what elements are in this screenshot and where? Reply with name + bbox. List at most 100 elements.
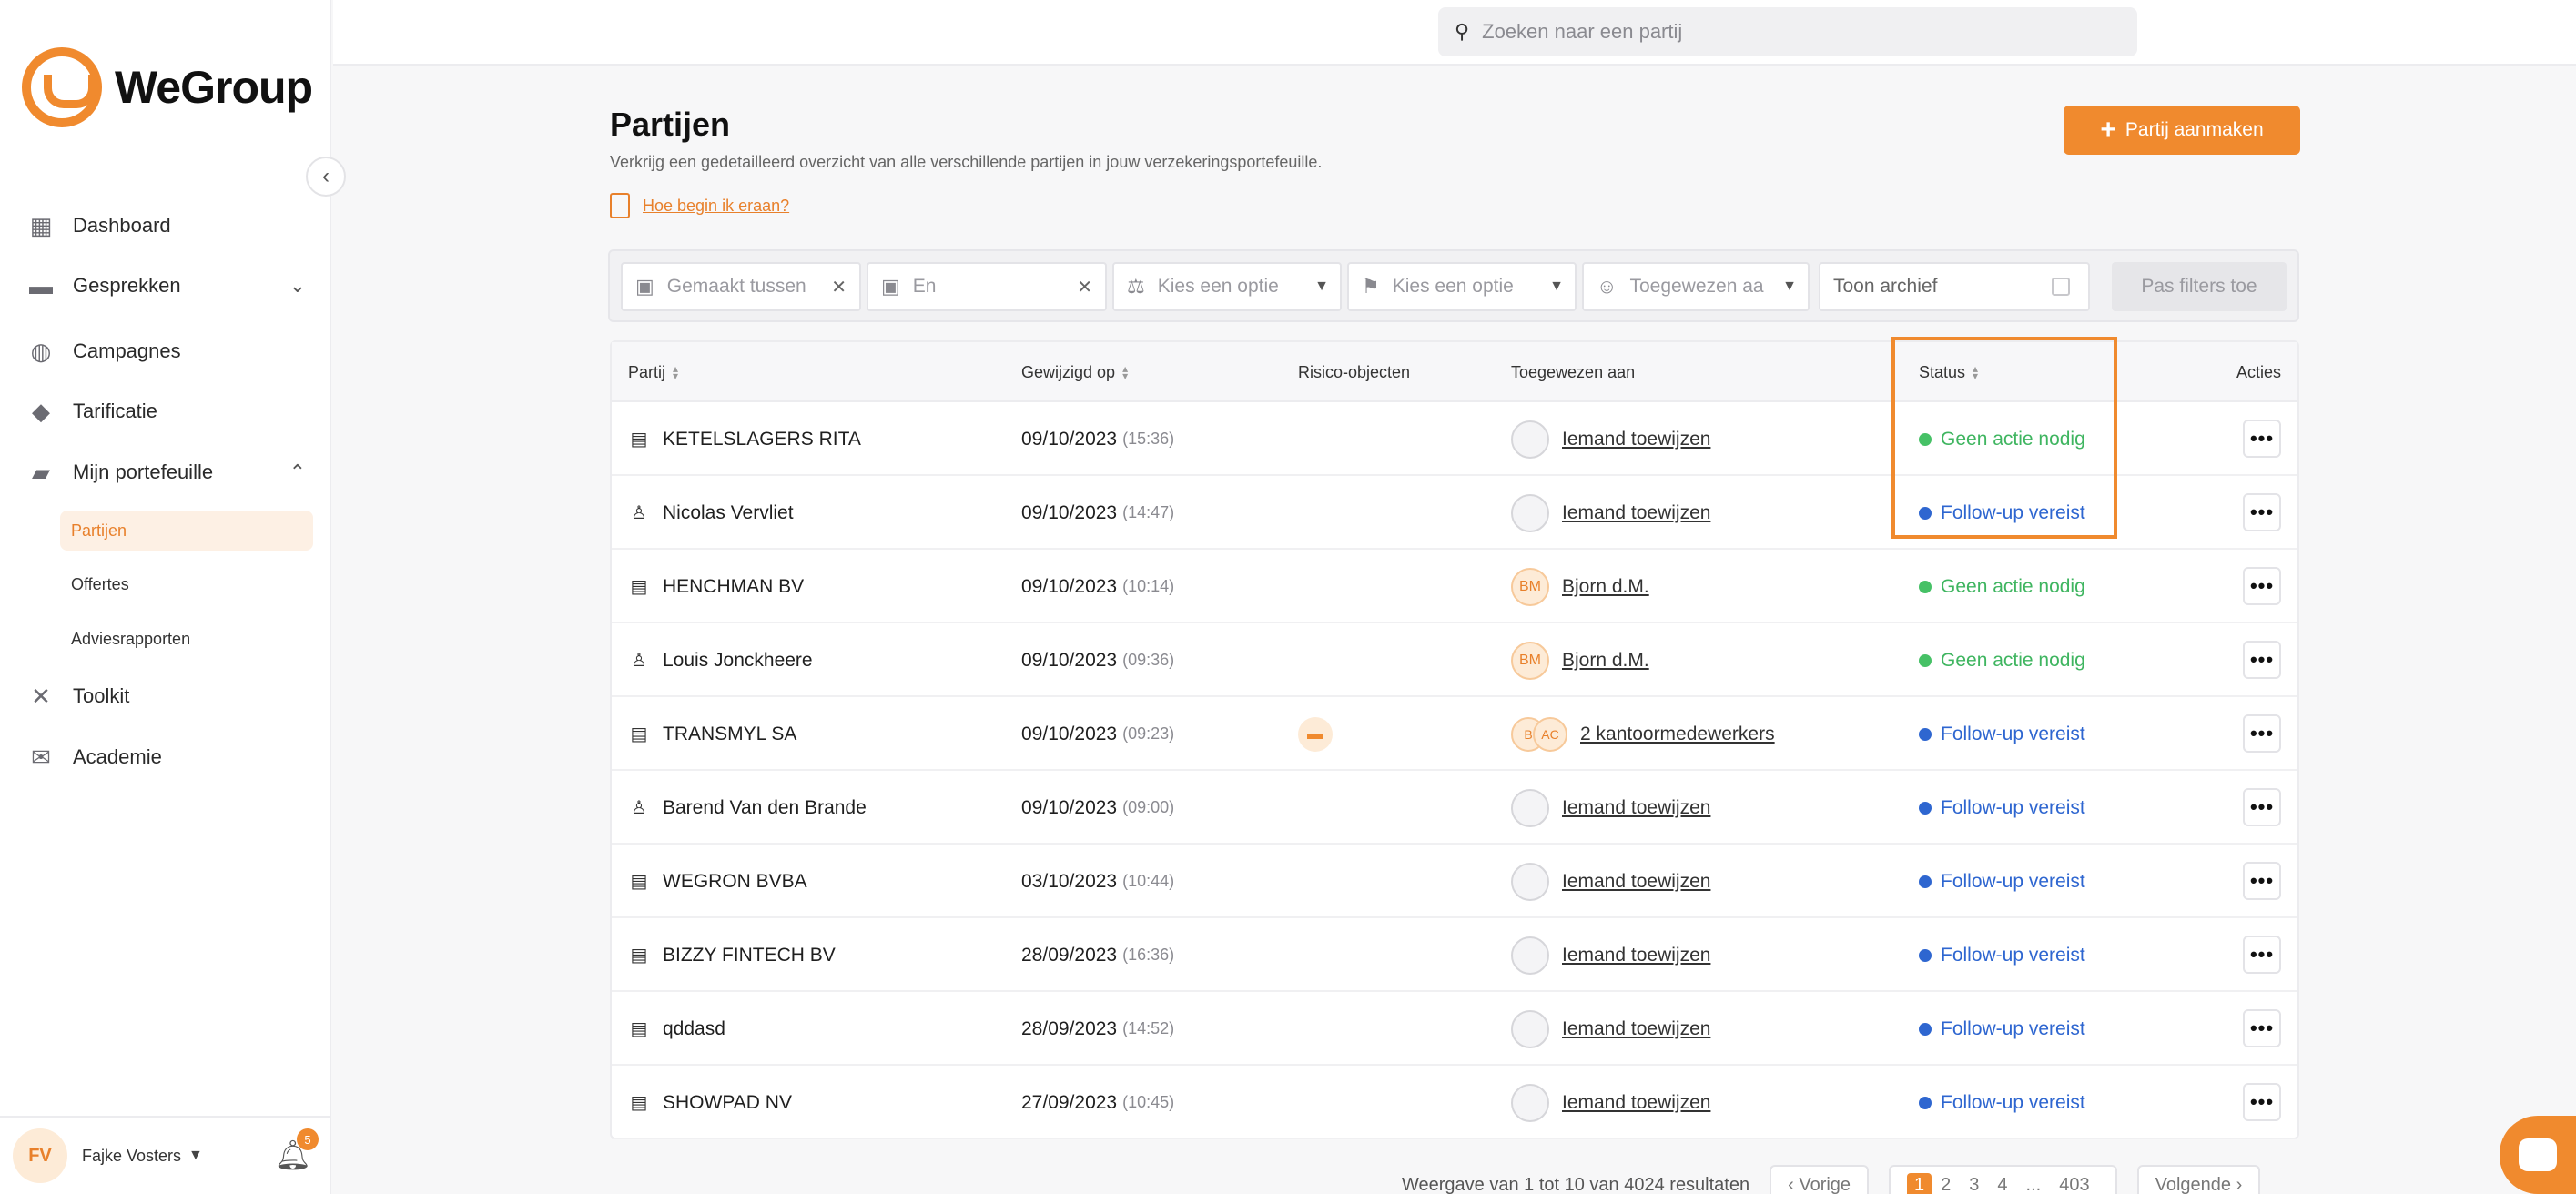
assignee-cell[interactable]: Iemand toewijzen <box>1511 476 1710 550</box>
status-cell[interactable]: Follow-up vereist <box>1919 1066 2085 1139</box>
assignee-cell[interactable]: Iemand toewijzen <box>1511 992 1710 1066</box>
column-header-party[interactable]: Partij ▴ ▾ <box>628 342 678 402</box>
status-cell[interactable]: Geen actie nodig <box>1919 550 2085 623</box>
more-actions-button[interactable]: ••• <box>2243 641 2281 679</box>
assignee-cell[interactable]: Iemand toewijzen <box>1511 845 1710 918</box>
archive-checkbox[interactable] <box>2052 278 2070 296</box>
sidebar-subitem-adviesrapporten[interactable]: Adviesrapporten <box>60 619 313 659</box>
table-row[interactable]: ♙ Barend Van den Brande 09/10/2023 (09:00) I… <box>612 771 2297 845</box>
more-actions-button[interactable]: ••• <box>2243 567 2281 605</box>
page-number[interactable]: 1 <box>1907 1172 1932 1194</box>
archive-toggle[interactable]: Toon archief <box>1819 262 2090 311</box>
more-actions-button[interactable]: ••• <box>2243 936 2281 974</box>
previous-page-button[interactable]: ‹ Vorige <box>1770 1165 1870 1194</box>
status-cell[interactable]: Follow-up vereist <box>1919 845 2085 918</box>
status-cell[interactable]: Geen actie nodig <box>1919 623 2085 697</box>
car-icon[interactable]: ▬ <box>1298 716 1333 752</box>
search-input[interactable] <box>1482 20 2084 44</box>
table-row[interactable]: ▤ HENCHMAN BV 09/10/2023 (10:14) BM Bjorn d.M… <box>612 550 2297 623</box>
page-number[interactable]: 2 <box>1932 1175 1960 1194</box>
clear-icon[interactable]: ✕ <box>831 276 847 298</box>
flag-option-select[interactable]: ⚑ Kies een optie ▼ <box>1347 262 1577 311</box>
sidebar-item-tarificatie[interactable]: ◆ Tarificatie <box>25 391 306 431</box>
search-bar[interactable]: ⚲ <box>1438 7 2137 56</box>
created-between-filter[interactable]: ▣ Gemaakt tussen ✕ <box>621 262 861 311</box>
more-actions-button[interactable]: ••• <box>2243 420 2281 458</box>
tools-icon: ✕ <box>31 682 51 710</box>
chat-widget-button[interactable] <box>2500 1116 2576 1194</box>
empty-avatar <box>1511 788 1549 827</box>
sidebar-item-campagnes[interactable]: ◍ Campagnes <box>25 331 306 371</box>
assignee-link[interactable]: Bjorn d.M. <box>1562 650 1649 672</box>
party-cell[interactable]: ▤ KETELSLAGERS RITA <box>628 402 861 476</box>
party-cell[interactable]: ♙ Barend Van den Brande <box>628 771 867 845</box>
assignee-cell[interactable]: Iemand toewijzen <box>1511 402 1710 476</box>
party-cell[interactable]: ▤ qddasd <box>628 992 725 1066</box>
assigned-to-select[interactable]: ☺ Toegewezen aa ▼ <box>1582 262 1810 311</box>
risk-option-select[interactable]: ⚖ Kies een optie ▼ <box>1112 262 1342 311</box>
sidebar-item-gesprekken[interactable]: ▬ Gesprekken ⌄ <box>25 266 306 306</box>
page-number[interactable]: 3 <box>1960 1175 1988 1194</box>
party-cell[interactable]: ♙ Louis Jonckheere <box>628 623 813 697</box>
sidebar-item-mijn-portefeuille[interactable]: ▰ Mijn portefeuille ⌃ <box>25 452 306 492</box>
assignee-cell[interactable]: B AC 2 kantoormedewerkers <box>1511 697 1775 771</box>
table-row[interactable]: ▤ TRANSMYL SA 09/10/2023 (09:23) ▬ B AC 2 kanto… <box>612 697 2297 771</box>
collapse-sidebar-button[interactable]: ‹ <box>306 157 346 197</box>
status-cell[interactable]: Follow-up vereist <box>1919 992 2085 1066</box>
user-menu[interactable]: FV Fajke Vosters ▼ 🔔︎ 5 <box>0 1116 331 1194</box>
assignee-link[interactable]: Iemand toewijzen <box>1562 1092 1710 1114</box>
status-cell[interactable]: Follow-up vereist <box>1919 771 2085 845</box>
assignee-cell[interactable]: BM Bjorn d.M. <box>1511 623 1649 697</box>
sidebar-item-academie[interactable]: ✉ Academie <box>25 737 306 777</box>
sidebar-subitem-partijen[interactable]: Partijen <box>60 511 313 551</box>
more-actions-button[interactable]: ••• <box>2243 862 2281 900</box>
table-row[interactable]: ▤ qddasd 28/09/2023 (14:52) Iemand toewijzen… <box>612 992 2297 1066</box>
column-header-modified[interactable]: Gewijzigd op ▴ ▾ <box>1021 342 1128 402</box>
clear-icon[interactable]: ✕ <box>1077 276 1092 298</box>
assignee-link[interactable]: Iemand toewijzen <box>1562 1018 1710 1040</box>
sidebar-item-dashboard[interactable]: ▦ Dashboard <box>25 206 306 246</box>
more-actions-button[interactable]: ••• <box>2243 1009 2281 1047</box>
assignee-link[interactable]: Iemand toewijzen <box>1562 871 1710 893</box>
assignee-cell[interactable]: Iemand toewijzen <box>1511 918 1710 992</box>
assignee-link[interactable]: Bjorn d.M. <box>1562 576 1649 598</box>
sidebar-item-toolkit[interactable]: ✕ Toolkit <box>25 676 306 716</box>
assignee-link[interactable]: Iemand toewijzen <box>1562 945 1710 966</box>
sidebar-subitem-offertes[interactable]: Offertes <box>60 564 313 604</box>
table-row[interactable]: ▤ SHOWPAD NV 27/09/2023 (10:45) Iemand toewi… <box>612 1066 2297 1139</box>
party-cell[interactable]: ▤ TRANSMYL SA <box>628 697 797 771</box>
status-cell[interactable]: Follow-up vereist <box>1919 697 2085 771</box>
assignee-link[interactable]: Iemand toewijzen <box>1562 502 1710 524</box>
more-actions-button[interactable]: ••• <box>2243 493 2281 531</box>
end-date-filter[interactable]: ▣ En ✕ <box>867 262 1107 311</box>
wegroup-logo[interactable]: WeGroup <box>22 47 313 127</box>
party-cell[interactable]: ▤ SHOWPAD NV <box>628 1066 792 1139</box>
assignee-link[interactable]: Iemand toewijzen <box>1562 797 1710 819</box>
modified-cell: 03/10/2023 (10:44) <box>1021 845 1174 918</box>
create-party-button[interactable]: + Partij aanmaken <box>2064 106 2300 155</box>
status-cell[interactable]: Follow-up vereist <box>1919 918 2085 992</box>
more-actions-button[interactable]: ••• <box>2243 714 2281 753</box>
party-cell[interactable]: ▤ HENCHMAN BV <box>628 550 805 623</box>
table-row[interactable]: ♙ Louis Jonckheere 09/10/2023 (09:36) BM Bjor… <box>612 623 2297 697</box>
person-icon: ♙ <box>631 798 647 818</box>
page-number[interactable]: 403 <box>2050 1175 2098 1194</box>
more-actions-button[interactable]: ••• <box>2243 1083 2281 1121</box>
more-actions-button[interactable]: ••• <box>2243 788 2281 826</box>
apply-filters-button[interactable]: Pas filters toe <box>2112 262 2287 311</box>
assignee-cell[interactable]: Iemand toewijzen <box>1511 771 1710 845</box>
page-number: ... <box>2025 1174 2042 1194</box>
assignee-link[interactable]: 2 kantoormedewerkers <box>1580 723 1775 745</box>
party-cell[interactable]: ▤ BIZZY FINTECH BV <box>628 918 836 992</box>
assignee-cell[interactable]: BM Bjorn d.M. <box>1511 550 1649 623</box>
page-number[interactable]: 4 <box>1988 1175 2016 1194</box>
next-page-button[interactable]: Volgende › <box>2136 1165 2261 1194</box>
assignee-cell[interactable]: Iemand toewijzen <box>1511 1066 1710 1139</box>
party-cell[interactable]: ▤ WEGRON BVBA <box>628 845 807 918</box>
assignee-link[interactable]: Iemand toewijzen <box>1562 429 1710 450</box>
modified-cell: 09/10/2023 (09:36) <box>1021 623 1174 697</box>
table-row[interactable]: ▤ BIZZY FINTECH BV 28/09/2023 (16:36) Iemand… <box>612 918 2297 992</box>
table-row[interactable]: ▤ WEGRON BVBA 03/10/2023 (10:44) Iemand toew… <box>612 845 2297 918</box>
party-cell[interactable]: ♙ Nicolas Vervliet <box>628 476 794 550</box>
help-link[interactable]: Hoe begin ik eraan? <box>610 193 789 218</box>
